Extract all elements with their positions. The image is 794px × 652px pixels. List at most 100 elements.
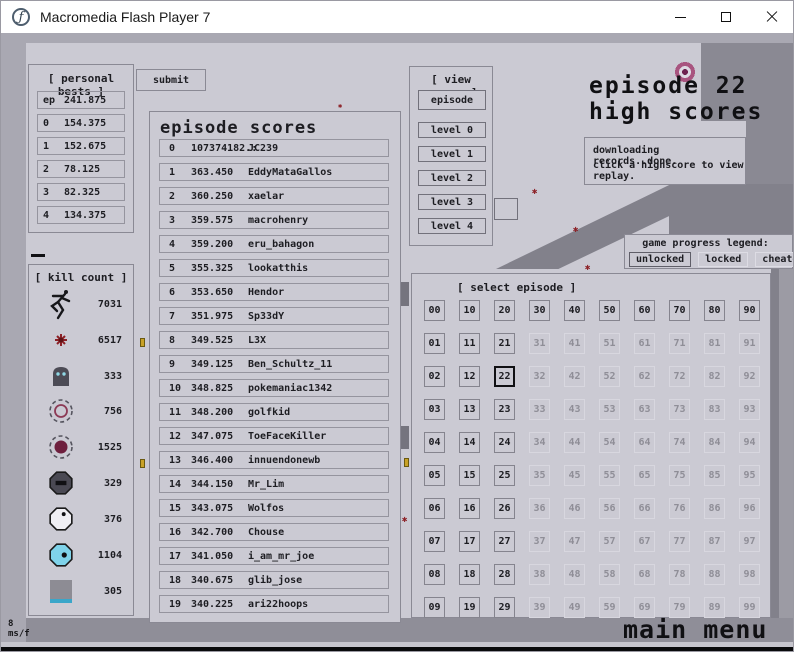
episode-cell-93[interactable]: 93 xyxy=(739,399,760,420)
highscore-row[interactable]: 3 359.575 macrohenry xyxy=(159,211,389,229)
episode-cell-13[interactable]: 13 xyxy=(459,399,480,420)
episode-cell-46[interactable]: 46 xyxy=(564,498,585,519)
episode-cell-50[interactable]: 50 xyxy=(599,300,620,321)
episode-cell-55[interactable]: 55 xyxy=(599,465,620,486)
episode-cell-23[interactable]: 23 xyxy=(494,399,515,420)
highscore-row[interactable]: 16 342.700 Chouse xyxy=(159,523,389,541)
episode-cell-78[interactable]: 78 xyxy=(669,564,690,585)
episode-cell-47[interactable]: 47 xyxy=(564,531,585,552)
episode-cell-70[interactable]: 70 xyxy=(669,300,690,321)
highscore-row[interactable]: 6 353.650 Hendor xyxy=(159,283,389,301)
episode-cell-60[interactable]: 60 xyxy=(634,300,655,321)
episode-cell-58[interactable]: 58 xyxy=(599,564,620,585)
highscore-row[interactable]: 19 340.225 ari22hoops xyxy=(159,595,389,613)
episode-cell-72[interactable]: 72 xyxy=(669,366,690,387)
episode-cell-31[interactable]: 31 xyxy=(529,333,550,354)
episode-cell-36[interactable]: 36 xyxy=(529,498,550,519)
highscore-row[interactable]: 17 341.050 i_am_mr_joe xyxy=(159,547,389,565)
episode-cell-86[interactable]: 86 xyxy=(704,498,725,519)
episode-cell-96[interactable]: 96 xyxy=(739,498,760,519)
episode-cell-28[interactable]: 28 xyxy=(494,564,515,585)
episode-cell-95[interactable]: 95 xyxy=(739,465,760,486)
view-level4-button[interactable]: level 4 xyxy=(418,218,486,234)
episode-cell-10[interactable]: 10 xyxy=(459,300,480,321)
episode-cell-97[interactable]: 97 xyxy=(739,531,760,552)
highscore-row[interactable]: 0 107374182.: JC239 xyxy=(159,139,389,157)
episode-cell-82[interactable]: 82 xyxy=(704,366,725,387)
highscore-row[interactable]: 18 340.675 glib_jose xyxy=(159,571,389,589)
episode-cell-14[interactable]: 14 xyxy=(459,432,480,453)
episode-cell-45[interactable]: 45 xyxy=(564,465,585,486)
episode-cell-34[interactable]: 34 xyxy=(529,432,550,453)
episode-cell-62[interactable]: 62 xyxy=(634,366,655,387)
episode-cell-85[interactable]: 85 xyxy=(704,465,725,486)
episode-cell-92[interactable]: 92 xyxy=(739,366,760,387)
episode-cell-11[interactable]: 11 xyxy=(459,333,480,354)
episode-cell-67[interactable]: 67 xyxy=(634,531,655,552)
episode-cell-80[interactable]: 80 xyxy=(704,300,725,321)
episode-cell-57[interactable]: 57 xyxy=(599,531,620,552)
episode-cell-44[interactable]: 44 xyxy=(564,432,585,453)
episode-cell-98[interactable]: 98 xyxy=(739,564,760,585)
maximize-button[interactable] xyxy=(703,1,749,33)
episode-cell-21[interactable]: 21 xyxy=(494,333,515,354)
episode-cell-73[interactable]: 73 xyxy=(669,399,690,420)
episode-cell-68[interactable]: 68 xyxy=(634,564,655,585)
episode-cell-51[interactable]: 51 xyxy=(599,333,620,354)
episode-cell-41[interactable]: 41 xyxy=(564,333,585,354)
episode-cell-27[interactable]: 27 xyxy=(494,531,515,552)
highscore-row[interactable]: 5 355.325 lookatthis xyxy=(159,259,389,277)
episode-cell-26[interactable]: 26 xyxy=(494,498,515,519)
episode-cell-48[interactable]: 48 xyxy=(564,564,585,585)
episode-cell-39[interactable]: 39 xyxy=(529,597,550,618)
episode-cell-90[interactable]: 90 xyxy=(739,300,760,321)
highscore-row[interactable]: 4 359.200 eru_bahagon xyxy=(159,235,389,253)
submit-button[interactable]: submit xyxy=(136,69,206,91)
view-episode-button[interactable]: episode xyxy=(418,90,486,110)
episode-cell-71[interactable]: 71 xyxy=(669,333,690,354)
episode-cell-75[interactable]: 75 xyxy=(669,465,690,486)
episode-cell-37[interactable]: 37 xyxy=(529,531,550,552)
episode-cell-15[interactable]: 15 xyxy=(459,465,480,486)
episode-cell-07[interactable]: 07 xyxy=(424,531,445,552)
view-level3-button[interactable]: level 3 xyxy=(418,194,486,210)
highscore-row[interactable]: 9 349.125 Ben_Schultz_11 xyxy=(159,355,389,373)
main-menu-button[interactable]: main menu xyxy=(623,615,767,644)
highscore-row[interactable]: 8 349.525 L3X xyxy=(159,331,389,349)
view-level2-button[interactable]: level 2 xyxy=(418,170,486,186)
episode-cell-17[interactable]: 17 xyxy=(459,531,480,552)
episode-cell-25[interactable]: 25 xyxy=(494,465,515,486)
episode-cell-94[interactable]: 94 xyxy=(739,432,760,453)
episode-cell-18[interactable]: 18 xyxy=(459,564,480,585)
episode-cell-52[interactable]: 52 xyxy=(599,366,620,387)
episode-cell-38[interactable]: 38 xyxy=(529,564,550,585)
episode-cell-30[interactable]: 30 xyxy=(529,300,550,321)
episode-cell-08[interactable]: 08 xyxy=(424,564,445,585)
episode-cell-33[interactable]: 33 xyxy=(529,399,550,420)
episode-cell-29[interactable]: 29 xyxy=(494,597,515,618)
episode-cell-12[interactable]: 12 xyxy=(459,366,480,387)
episode-cell-54[interactable]: 54 xyxy=(599,432,620,453)
episode-cell-84[interactable]: 84 xyxy=(704,432,725,453)
episode-cell-43[interactable]: 43 xyxy=(564,399,585,420)
episode-cell-64[interactable]: 64 xyxy=(634,432,655,453)
episode-cell-24[interactable]: 24 xyxy=(494,432,515,453)
episode-cell-66[interactable]: 66 xyxy=(634,498,655,519)
episode-cell-65[interactable]: 65 xyxy=(634,465,655,486)
episode-cell-74[interactable]: 74 xyxy=(669,432,690,453)
episode-cell-32[interactable]: 32 xyxy=(529,366,550,387)
episode-cell-20[interactable]: 20 xyxy=(494,300,515,321)
episode-cell-63[interactable]: 63 xyxy=(634,399,655,420)
episode-cell-03[interactable]: 03 xyxy=(424,399,445,420)
minimize-button[interactable] xyxy=(657,1,703,33)
episode-cell-91[interactable]: 91 xyxy=(739,333,760,354)
episode-cell-00[interactable]: 00 xyxy=(424,300,445,321)
episode-cell-49[interactable]: 49 xyxy=(564,597,585,618)
highscore-row[interactable]: 11 348.200 golfkid xyxy=(159,403,389,421)
episode-cell-61[interactable]: 61 xyxy=(634,333,655,354)
episode-cell-87[interactable]: 87 xyxy=(704,531,725,552)
episode-cell-42[interactable]: 42 xyxy=(564,366,585,387)
highscore-row[interactable]: 10 348.825 pokemaniac1342 xyxy=(159,379,389,397)
highscore-row[interactable]: 1 363.450 EddyMataGallos xyxy=(159,163,389,181)
episode-cell-04[interactable]: 04 xyxy=(424,432,445,453)
